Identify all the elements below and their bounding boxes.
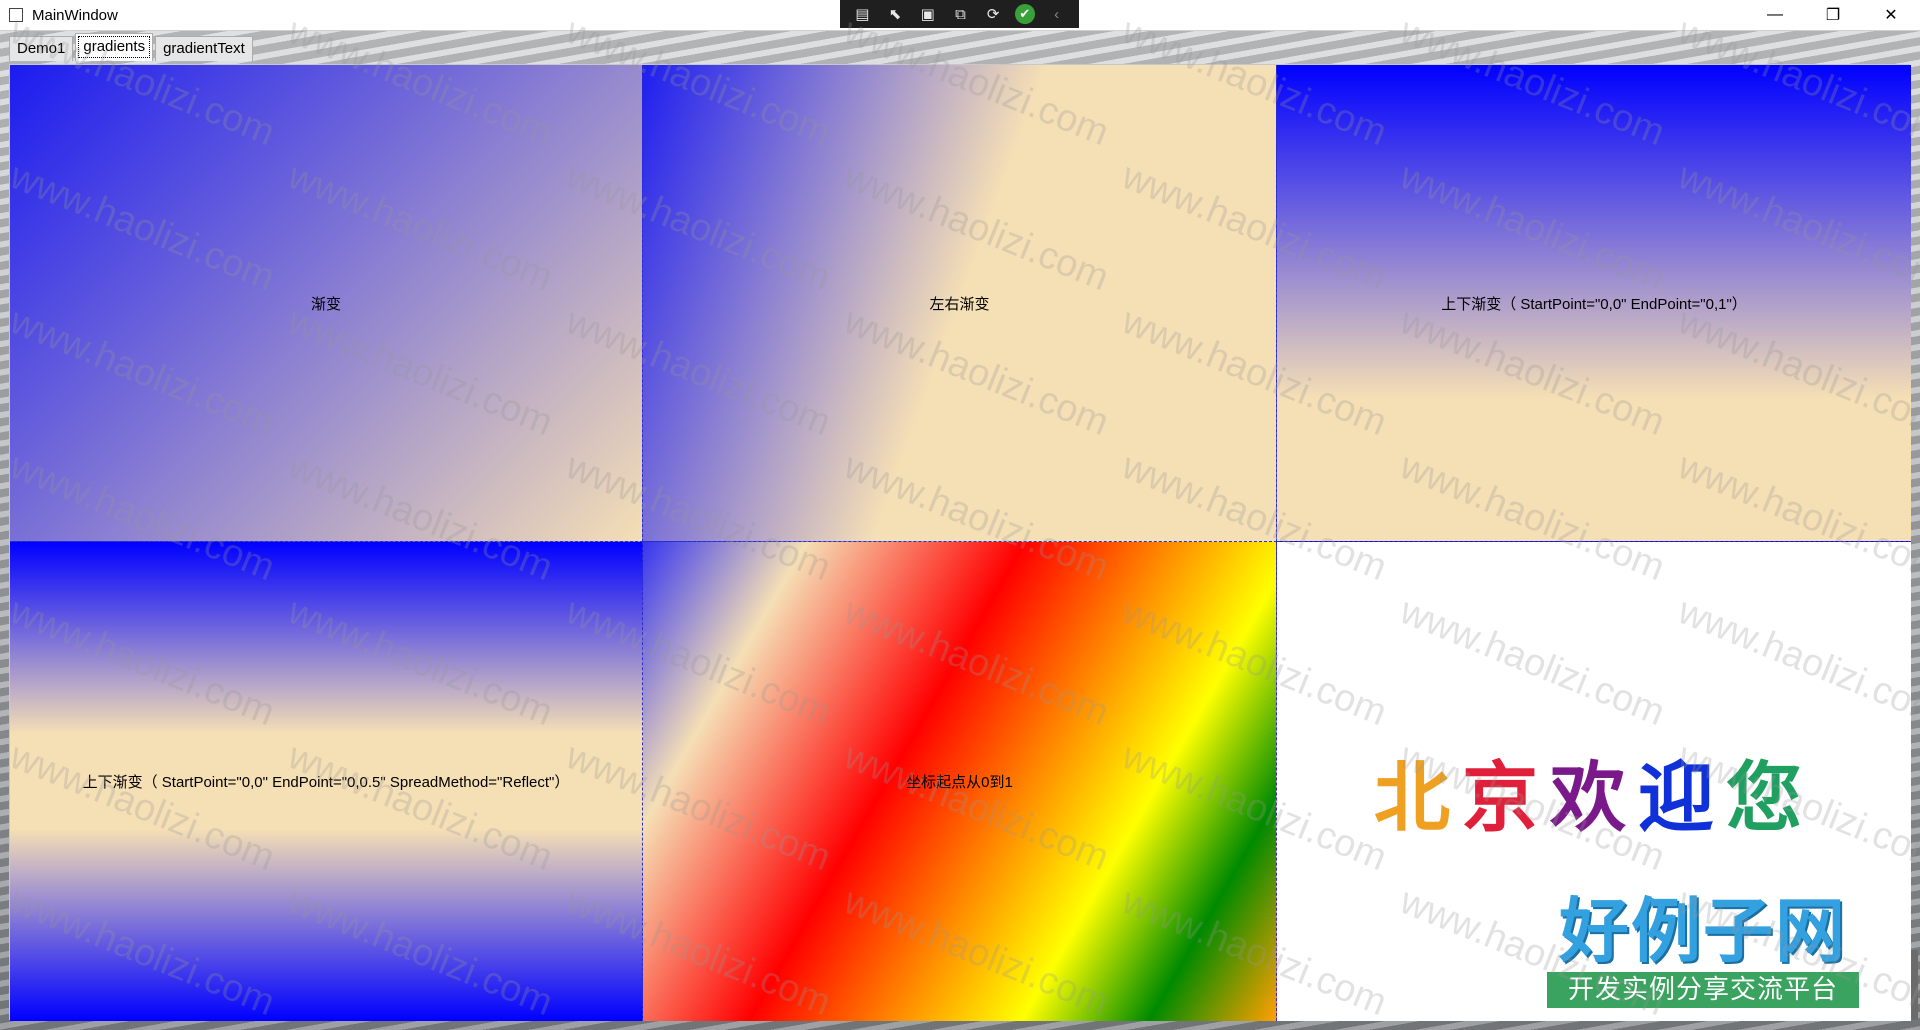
display-layout-adorners-icon[interactable]: ▣ (917, 4, 939, 24)
cell-label: 渐变 (310, 295, 341, 313)
gradient-cell-multicolor: 坐标起点从0到1 (643, 542, 1277, 1021)
window-controls: — ❐ ✕ (1746, 0, 1920, 30)
cell-label: 坐标起点从0到1 (906, 774, 1013, 791)
gradient-cell-diagonal: 渐变 (10, 65, 643, 542)
beijing-welcome-text: 北京欢迎您 (1277, 736, 1911, 846)
tab-content-panel: 渐变 左右渐变 上下渐变（ StartPoint="0,0" EndPoint=… (9, 64, 1911, 1021)
cell-label: 上下渐变（ StartPoint="0,0" EndPoint="0,0.5" … (82, 774, 570, 791)
close-button[interactable]: ✕ (1862, 0, 1920, 30)
minimize-button[interactable]: — (1746, 0, 1804, 30)
tab-demo1[interactable]: Demo1 (9, 36, 74, 61)
tab-gradienttext[interactable]: gradientText (155, 36, 253, 61)
gradient-cell-top-bottom: 上下渐变（ StartPoint="0,0" EndPoint="0,1"） (1277, 65, 1911, 542)
welcome-char: 您 (1726, 753, 1814, 842)
tab-gradients[interactable]: gradients (75, 33, 154, 61)
select-element-icon[interactable]: ⬉ (884, 4, 906, 24)
gradient-cell-left-right: 左右渐变 (643, 65, 1277, 542)
title-bar[interactable]: MainWindow ▤ ⬉ ▣ ⧉ ⟳ ✔ ‹ — ❐ ✕ (0, 0, 1920, 31)
track-focus-icon[interactable]: ⧉ (949, 4, 971, 24)
logo-subtitle: 开发实例分享交流平台 (1547, 972, 1859, 1008)
gradient-grid: 渐变 左右渐变 上下渐变（ StartPoint="0,0" EndPoint=… (10, 65, 1911, 1021)
logo-title: 好例子网 (1559, 890, 1847, 972)
haolizi-logo: 好例子网 开发实例分享交流平台 (1547, 890, 1859, 1008)
welcome-char: 北 (1374, 753, 1462, 842)
welcome-char: 京 (1462, 753, 1550, 842)
success-check-icon[interactable]: ✔ (1014, 4, 1035, 24)
welcome-char: 欢 (1550, 753, 1638, 842)
app-window-icon (9, 8, 23, 22)
cell-label: 左右渐变 (929, 295, 990, 313)
xaml-debug-toolbar: ▤ ⬉ ▣ ⧉ ⟳ ✔ ‹ (840, 0, 1079, 28)
window-title: MainWindow (32, 6, 118, 24)
tab-strip: Demo1 gradients gradientText (9, 33, 255, 61)
welcome-char: 迎 (1638, 753, 1726, 842)
gradient-text-cell: 北京欢迎您 好例子网 开发实例分享交流平台 (1277, 542, 1911, 1021)
hot-reload-icon[interactable]: ⟳ (982, 4, 1004, 24)
gradient-cell-reflect: 上下渐变（ StartPoint="0,0" EndPoint="0,0.5" … (10, 542, 643, 1021)
collapse-chevron-icon[interactable]: ‹ (1046, 4, 1068, 24)
restore-button[interactable]: ❐ (1804, 0, 1862, 30)
scrollbar-thumb[interactable] (1911, 950, 1918, 1020)
cell-label: 上下渐变（ StartPoint="0,0" EndPoint="0,1"） (1441, 295, 1747, 313)
live-visual-tree-icon[interactable]: ▤ (851, 4, 873, 24)
